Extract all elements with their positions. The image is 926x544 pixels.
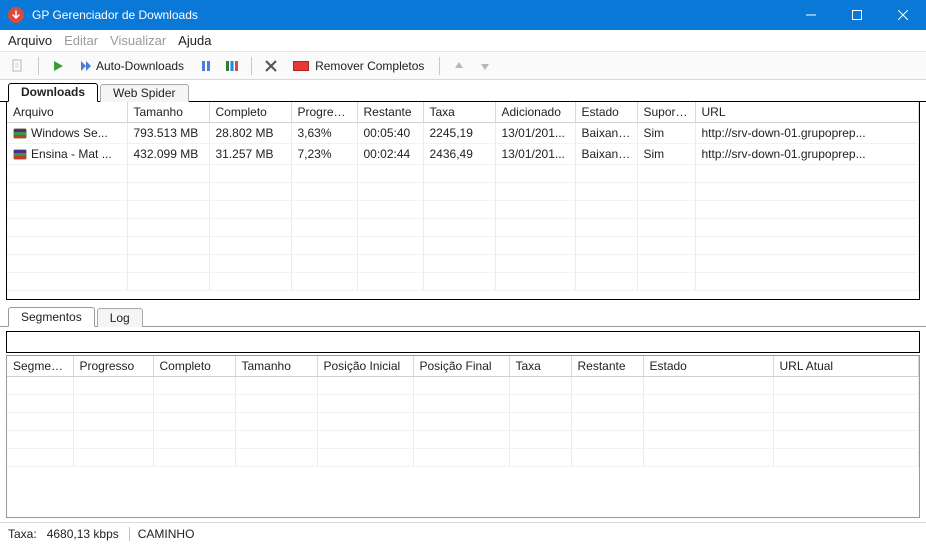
col-completo[interactable]: Completo	[209, 102, 291, 123]
cell-adicionado: 13/01/201...	[495, 144, 575, 165]
scol-pos-ini[interactable]: Posição Inicial	[317, 356, 413, 377]
table-row[interactable]	[7, 183, 919, 201]
maximize-button[interactable]	[834, 0, 880, 30]
table-row[interactable]	[7, 413, 919, 431]
table-row[interactable]: Ensina - Mat ... 432.099 MB31.257 MB7,23%…	[7, 144, 919, 165]
table-row[interactable]	[7, 273, 919, 291]
tab-web-spider[interactable]: Web Spider	[100, 84, 188, 102]
scol-tamanho[interactable]: Tamanho	[235, 356, 317, 377]
minimize-button[interactable]	[788, 0, 834, 30]
top-tabrow: Downloads Web Spider	[0, 82, 926, 102]
table-row[interactable]	[7, 395, 919, 413]
col-restante[interactable]: Restante	[357, 102, 423, 123]
bottom-tabrow: Segmentos Log	[0, 306, 926, 327]
cell-tamanho: 432.099 MB	[127, 144, 209, 165]
col-tamanho[interactable]: Tamanho	[127, 102, 209, 123]
toolbar-separator	[38, 57, 39, 75]
status-caminho: CAMINHO	[138, 527, 205, 541]
cell-taxa: 2436,49	[423, 144, 495, 165]
tab-log[interactable]: Log	[97, 308, 143, 327]
status-taxa-value: 4680,13 kbps	[47, 527, 129, 541]
cell-arquivo: Windows Se...	[31, 126, 108, 140]
cell-taxa: 2245,19	[423, 123, 495, 144]
segments-header-row[interactable]: Segmento Progresso Completo Tamanho Posi…	[7, 356, 919, 377]
cell-progresso: 7,23%	[291, 144, 357, 165]
table-row[interactable]: Windows Se... 793.513 MB28.802 MB3,63%00:…	[7, 123, 919, 144]
cell-completo: 28.802 MB	[209, 123, 291, 144]
downloads-grid[interactable]: Arquivo Tamanho Completo Progresso Resta…	[6, 102, 920, 300]
remove-completed-label: Remover Completos	[315, 59, 424, 73]
table-row[interactable]	[7, 449, 919, 467]
remove-completed-button[interactable]: Remover Completos	[286, 55, 431, 77]
cell-adicionado: 13/01/201...	[495, 123, 575, 144]
cell-url: http://srv-down-01.grupoprep...	[695, 123, 919, 144]
window-title: GP Gerenciador de Downloads	[32, 8, 788, 22]
scol-pos-fim[interactable]: Posição Final	[413, 356, 509, 377]
cell-arquivo: Ensina - Mat ...	[31, 147, 112, 161]
start-button[interactable]	[47, 55, 69, 77]
col-estado[interactable]: Estado	[575, 102, 637, 123]
col-taxa[interactable]: Taxa	[423, 102, 495, 123]
move-up-button[interactable]	[448, 55, 470, 77]
tab-segmentos[interactable]: Segmentos	[8, 307, 95, 327]
menu-visualizar[interactable]: Visualizar	[110, 33, 166, 48]
scol-estado[interactable]: Estado	[643, 356, 773, 377]
segments-grid[interactable]: Segmento Progresso Completo Tamanho Posi…	[6, 355, 920, 518]
toolbar: Auto-Downloads Remover Completos	[0, 52, 926, 80]
app-icon	[8, 7, 24, 23]
cell-restante: 00:05:40	[357, 123, 423, 144]
cell-estado: Baixando	[575, 144, 637, 165]
auto-downloads-button[interactable]: Auto-Downloads	[73, 55, 191, 77]
pause-button[interactable]	[195, 55, 217, 77]
table-row[interactable]	[7, 255, 919, 273]
scol-url-atual[interactable]: URL Atual	[773, 356, 919, 377]
remove-icon	[293, 61, 309, 71]
table-row[interactable]	[7, 201, 919, 219]
cell-completo: 31.257 MB	[209, 144, 291, 165]
menu-arquivo[interactable]: Arquivo	[8, 33, 52, 48]
cell-progresso: 3,63%	[291, 123, 357, 144]
cell-estado: Baixando	[575, 123, 637, 144]
col-url[interactable]: URL	[695, 102, 919, 123]
statusbar: Taxa: 4680,13 kbps CAMINHO	[0, 522, 926, 544]
menubar: Arquivo Editar Visualizar Ajuda	[0, 30, 926, 52]
auto-downloads-label: Auto-Downloads	[96, 59, 184, 73]
table-row[interactable]	[7, 219, 919, 237]
downloads-header-row[interactable]: Arquivo Tamanho Completo Progresso Resta…	[7, 102, 919, 123]
toolbar-separator	[439, 57, 440, 75]
table-row[interactable]	[7, 237, 919, 255]
cell-suporta: Sim	[637, 144, 695, 165]
delete-button[interactable]	[260, 55, 282, 77]
scol-progresso[interactable]: Progresso	[73, 356, 153, 377]
col-arquivo[interactable]: Arquivo	[7, 102, 127, 123]
status-divider	[129, 527, 130, 541]
close-button[interactable]	[880, 0, 926, 30]
move-down-button[interactable]	[474, 55, 496, 77]
col-suporta[interactable]: Suport...	[637, 102, 695, 123]
scol-completo[interactable]: Completo	[153, 356, 235, 377]
cell-url: http://srv-down-01.grupoprep...	[695, 144, 919, 165]
new-download-button[interactable]	[6, 55, 30, 77]
scol-restante[interactable]: Restante	[571, 356, 643, 377]
menu-editar[interactable]: Editar	[64, 33, 98, 48]
col-progresso[interactable]: Progresso	[291, 102, 357, 123]
tab-downloads[interactable]: Downloads	[8, 83, 98, 102]
table-row[interactable]	[7, 431, 919, 449]
cell-tamanho: 793.513 MB	[127, 123, 209, 144]
table-row[interactable]	[7, 165, 919, 183]
col-adicionado[interactable]: Adicionado	[495, 102, 575, 123]
table-row[interactable]	[7, 377, 919, 395]
columns-button[interactable]	[221, 55, 243, 77]
menu-ajuda[interactable]: Ajuda	[178, 33, 211, 48]
toolbar-separator	[251, 57, 252, 75]
scol-taxa[interactable]: Taxa	[509, 356, 571, 377]
cell-suporta: Sim	[637, 123, 695, 144]
segment-progress-bar	[6, 331, 920, 353]
scol-segmento[interactable]: Segmento	[7, 356, 73, 377]
titlebar: GP Gerenciador de Downloads	[0, 0, 926, 30]
status-taxa-label: Taxa:	[8, 527, 47, 541]
cell-restante: 00:02:44	[357, 144, 423, 165]
